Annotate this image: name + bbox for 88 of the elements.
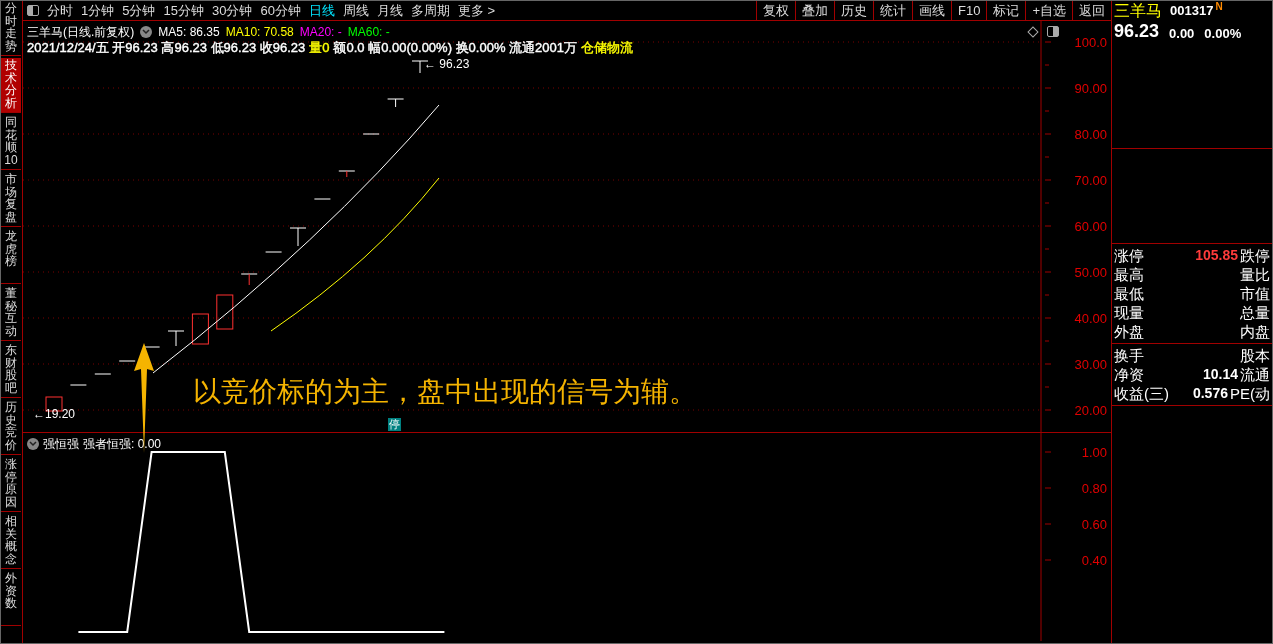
sidebar-tab[interactable]: 技术分析 <box>1 58 21 113</box>
sidebar-tab[interactable]: 东财股吧 <box>1 343 21 398</box>
low-price-marker: ←19.20 <box>33 407 76 421</box>
sidebar-tab[interactable]: 分时走势 <box>1 1 21 56</box>
toolbar-button[interactable]: 画线 <box>912 1 951 21</box>
period-tab[interactable]: 多周期 <box>406 1 454 21</box>
price-axis-label: 90.00 <box>1074 81 1107 96</box>
quote-value: 105.85 <box>1195 246 1238 265</box>
indicator-axis-label: 1.00 <box>1081 444 1107 460</box>
bar-info-text: 2021/12/24/五 开96.23 高96.23 低96.23 收96.23 <box>27 40 306 56</box>
period-tab[interactable]: 1分钟 <box>77 1 119 21</box>
sidebar-tab[interactable]: 同花顺10 <box>1 115 21 170</box>
toolbar-button[interactable]: 统计 <box>873 1 912 21</box>
indicator-axis-label: 0.40 <box>1081 552 1107 568</box>
toolbar-button[interactable]: 标记 <box>986 1 1026 21</box>
quote-label: 股本 <box>1240 346 1270 365</box>
quote-label: 最低 <box>1114 284 1144 303</box>
indicator-reading: 强者恒强: 0.00 <box>83 436 162 453</box>
quote-label: 跌停 <box>1240 246 1270 265</box>
high-price-marker: ← 96.23 <box>424 57 470 71</box>
sidebar-tab[interactable]: 市场复盘 <box>1 172 21 227</box>
quote-value: 0.576 <box>1192 384 1228 403</box>
indicator-name: 强恒强 <box>43 436 79 453</box>
sidebar-tab[interactable]: 涨停原因 <box>1 457 21 512</box>
period-tab[interactable]: 60分钟 <box>256 1 305 21</box>
price-axis-label: 40.00 <box>1074 311 1107 326</box>
stock-name: 三羊马 <box>1114 1 1162 21</box>
new-listing-label: N <box>1215 1 1223 13</box>
quote-label: 总量 <box>1240 303 1270 322</box>
chevron-down-icon[interactable] <box>27 438 39 450</box>
quote-label: 收益(三) <box>1114 384 1169 403</box>
chevron-down-icon[interactable] <box>140 26 153 38</box>
quote-label: 外盘 <box>1114 322 1144 341</box>
period-tab[interactable]: 日线 <box>304 1 339 21</box>
period-tab[interactable]: 5分钟 <box>118 1 160 21</box>
indicator-axis-label: 0.80 <box>1081 480 1107 496</box>
toolbar-button[interactable]: 复权 <box>756 1 795 21</box>
toolbar-button[interactable]: 返回 <box>1072 1 1111 21</box>
price-axis-label: 80.00 <box>1074 127 1107 142</box>
bar-info-text: 仓储物流 <box>581 40 633 56</box>
moving-average-value: MA60: - <box>347 24 390 40</box>
price-change: 0.00 <box>1169 24 1195 43</box>
sidebar-tab[interactable]: 董秘互动 <box>1 286 21 341</box>
toolbar-button[interactable]: F10 <box>951 1 987 21</box>
sidebar-tab[interactable]: 历史竞价 <box>1 400 21 455</box>
period-tab[interactable]: 周线 <box>338 1 373 21</box>
chart-title: 三羊马(日线.前复权) <box>27 24 135 40</box>
period-tab[interactable]: 30分钟 <box>207 1 257 21</box>
quote-label: 换手 <box>1114 346 1144 365</box>
price-axis-label: 30.00 <box>1074 357 1107 372</box>
quote-label: 量比 <box>1240 265 1270 284</box>
limit-up-badge: 停 <box>388 418 401 431</box>
toolbar-button[interactable]: 叠加 <box>795 1 834 21</box>
price-axis-label: 20.00 <box>1074 403 1107 418</box>
toolbar-button[interactable]: 历史 <box>834 1 873 21</box>
period-tab[interactable]: 更多 > <box>453 1 500 21</box>
quote-label: 内盘 <box>1240 322 1270 341</box>
quote-label: 现量 <box>1114 303 1144 322</box>
quote-label: 涨停 <box>1114 246 1144 265</box>
quote-label: 流通 <box>1240 365 1270 384</box>
sidebar-tab[interactable]: 外资数 <box>1 571 21 626</box>
period-tab[interactable]: 15分钟 <box>159 1 208 21</box>
quote-label: 市值 <box>1240 284 1270 303</box>
sidebar-tab[interactable]: 相关概念 <box>1 514 21 569</box>
toolbar-button[interactable]: +自选 <box>1025 1 1072 21</box>
stock-code: 001317$^{N}$ <box>1170 1 1223 21</box>
indicator-axis-label: 0.60 <box>1081 516 1107 532</box>
moving-average-value: MA10: 70.58 <box>225 24 294 40</box>
moving-average-value: MA20: - <box>299 24 342 40</box>
price-axis-label: 50.00 <box>1074 265 1107 280</box>
sidebar-tab[interactable]: 龙虎榜 <box>1 229 21 284</box>
bar-info-text: 额0.0 幅0.00(0.00%) 换0.00% 流通2001万 <box>333 40 577 56</box>
quote-label: 净资 <box>1114 365 1144 384</box>
last-price: 96.23 <box>1114 20 1160 43</box>
annotation-text: 以竞价标的为主，盘中出现的信号为辅。 <box>193 375 697 409</box>
bar-info-text: 量0 <box>309 40 330 56</box>
period-tab[interactable]: 月线 <box>372 1 407 21</box>
period-tab[interactable]: 分时 <box>43 1 77 21</box>
panel-toggle-icon[interactable] <box>1047 26 1059 37</box>
quote-label: PE(动 <box>1230 384 1270 403</box>
price-change-percent: 0.00% <box>1204 24 1242 43</box>
panel-toggle-icon[interactable] <box>27 5 39 16</box>
quote-label: 最高 <box>1114 265 1144 284</box>
price-axis-label: 60.00 <box>1074 219 1107 234</box>
price-axis-label: 70.00 <box>1074 173 1107 188</box>
price-axis-label: 100.0 <box>1074 35 1107 50</box>
moving-average-value: MA5: 86.35 <box>158 24 220 40</box>
quote-value: 10.14 <box>1202 365 1238 384</box>
